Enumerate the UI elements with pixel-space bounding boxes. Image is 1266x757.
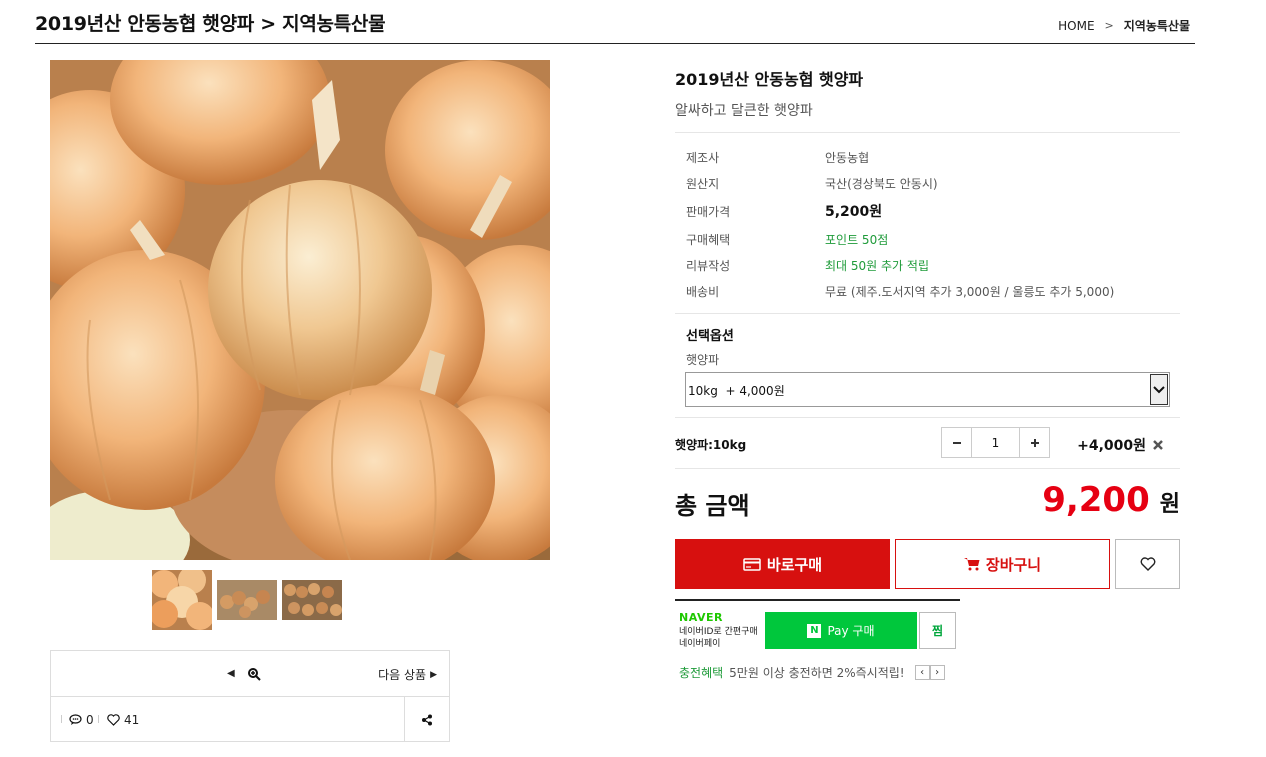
buy-now-label: 바로구매 — [766, 555, 823, 574]
prev-arrow-icon[interactable]: ◀ — [227, 668, 235, 679]
spec-label-review: 리뷰작성 — [686, 259, 731, 273]
promo-tag: 충전혜택 — [679, 666, 724, 680]
add-to-cart-button[interactable]: 장바구니 — [895, 539, 1110, 589]
option-select[interactable]: 10kg + 4,000원 — [685, 372, 1170, 407]
spec-value-benefit: 포인트 50점 — [825, 233, 889, 247]
spec-label-benefit: 구매혜택 — [686, 233, 731, 247]
header-divider — [35, 43, 1195, 44]
thumbnail-2[interactable] — [217, 580, 277, 620]
naver-n-icon: N — [807, 623, 822, 638]
product-subtitle: 알싸하고 달큰한 햇양파 — [675, 103, 813, 119]
product-nav-box: ◀ 다음 상품 ▶ 0 41 — [50, 650, 450, 742]
spec-value-origin: 국산(경상북도 안동시) — [825, 177, 938, 191]
spec-value-price: 5,200원 — [825, 204, 883, 220]
naver-pay-description: 네이버ID로 간편구매 네이버페이 — [679, 627, 758, 649]
close-icon[interactable] — [1152, 436, 1166, 450]
spec-label-shipping: 배송비 — [686, 285, 720, 299]
divider — [98, 715, 99, 723]
naver-pay-button[interactable]: N Pay 구매 — [765, 612, 917, 649]
selected-option-price: +4,000원 — [1077, 438, 1146, 454]
product-stats-row: 0 41 — [51, 697, 449, 742]
product-main-image[interactable] — [50, 60, 550, 560]
product-nav-row: ◀ 다음 상품 ▶ — [51, 651, 449, 697]
next-product-button[interactable]: 다음 상품 ▶ — [378, 666, 437, 683]
divider — [675, 132, 1180, 133]
heart-icon — [107, 714, 120, 726]
likes-count-value: 41 — [124, 713, 140, 727]
product-name: 2019년산 안동농협 햇양파 — [675, 70, 864, 89]
spec-label-origin: 원산지 — [686, 177, 720, 191]
wishlist-button[interactable] — [1115, 539, 1180, 589]
breadcrumb: HOME > 지역농특산물 — [1058, 17, 1190, 34]
spec-value-maker: 안동농협 — [825, 151, 870, 165]
next-arrow-icon: ▶ — [430, 669, 437, 680]
promo-text: 5만원 이상 충전하면 2%즉시적립! — [729, 666, 905, 680]
breadcrumb-separator: > — [1104, 19, 1114, 32]
next-product-label: 다음 상품 — [378, 668, 427, 682]
share-icon — [422, 714, 432, 725]
likes-count[interactable]: 41 — [107, 713, 139, 727]
naver-pay-box: NAVER 네이버ID로 간편구매 네이버페이 N Pay 구매 찜 — [675, 599, 960, 651]
zoom-icon[interactable] — [247, 666, 261, 681]
share-button[interactable] — [404, 697, 449, 742]
total-value: 9,200 — [1042, 480, 1150, 520]
divider — [675, 313, 1180, 314]
chevron-right-icon[interactable]: › — [929, 665, 945, 680]
buy-now-button[interactable]: 바로구매 — [675, 539, 890, 589]
thumbnail-list — [152, 570, 342, 630]
card-icon — [743, 557, 761, 571]
total-label: 총 금액 — [675, 492, 750, 520]
plus-icon[interactable] — [1019, 428, 1049, 457]
thumbnail-3[interactable] — [282, 580, 342, 620]
total-amount: 9,200 원 — [1042, 480, 1180, 520]
naver-logo: NAVER — [679, 611, 723, 624]
promo-pager: ‹ › — [914, 665, 945, 680]
divider — [675, 417, 1180, 418]
comments-count[interactable]: 0 — [69, 713, 94, 727]
minus-icon[interactable] — [942, 428, 972, 457]
selected-option-name: 햇양파:10kg — [675, 438, 747, 452]
spec-label-maker: 제조사 — [686, 151, 720, 165]
breadcrumb-current[interactable]: 지역농특산물 — [1124, 17, 1190, 34]
page-title: 2019년산 안동농협 햇양파 > 지역농특산물 — [35, 13, 386, 35]
spec-value-review: 최대 50원 추가 적립 — [825, 259, 929, 273]
chevron-down-icon — [1150, 374, 1168, 405]
add-to-cart-label: 장바구니 — [985, 555, 1042, 574]
spec-label-price: 판매가격 — [686, 205, 731, 219]
spec-value-shipping: 무료 (제주.도서지역 추가 3,000원 / 울릉도 추가 5,000) — [825, 285, 1115, 299]
quantity-stepper — [941, 427, 1050, 458]
heart-icon — [1140, 557, 1155, 571]
naver-pay-promo: 충전혜택 5만원 이상 충전하면 2%즉시적립! ‹ › — [679, 664, 945, 681]
option-selected-value: 10kg + 4,000원 — [688, 384, 785, 398]
option-label: 햇양파 — [686, 353, 720, 367]
thumbnail-1[interactable] — [152, 570, 212, 630]
naver-jjim-button[interactable]: 찜 — [919, 612, 956, 649]
naver-pay-button-label: Pay 구매 — [827, 624, 875, 638]
quantity-input[interactable] — [972, 428, 1019, 457]
breadcrumb-home[interactable]: HOME — [1058, 19, 1094, 33]
chevron-left-icon[interactable]: ‹ — [914, 665, 930, 680]
comment-icon — [69, 714, 82, 725]
divider — [675, 468, 1180, 469]
options-title: 선택옵션 — [686, 329, 734, 344]
comments-count-value: 0 — [86, 713, 94, 727]
total-unit: 원 — [1159, 492, 1180, 517]
divider — [61, 715, 62, 723]
cart-icon — [963, 558, 980, 571]
